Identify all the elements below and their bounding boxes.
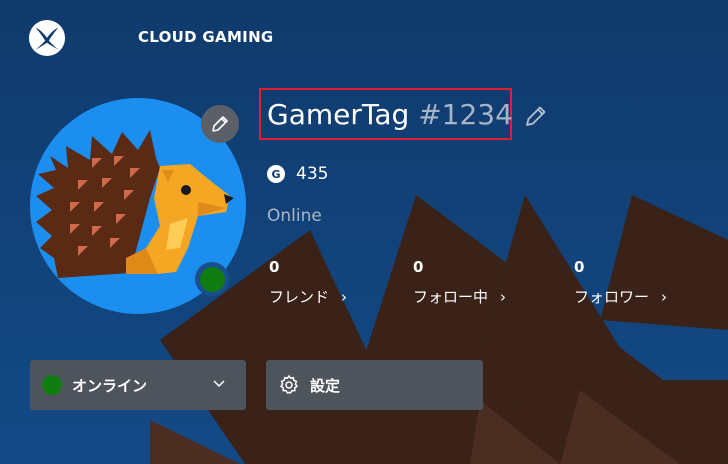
following-count: 0: [413, 258, 424, 276]
gamertag-name: GamerTag: [267, 98, 410, 131]
friends-link[interactable]: 0 フレンド ›: [269, 258, 347, 307]
gamertag: GamerTag #1234: [267, 96, 513, 134]
online-dot-icon: [42, 375, 62, 395]
gamerscore-value: 435: [296, 164, 329, 184]
following-label: フォロー中: [413, 288, 489, 306]
chevron-right-icon: ›: [500, 288, 507, 306]
chevron-down-icon: [213, 380, 225, 388]
pencil-icon: [212, 116, 228, 132]
gear-icon: [279, 374, 299, 394]
chevron-right-icon: ›: [341, 288, 348, 306]
settings-button[interactable]: 設定: [266, 360, 483, 410]
following-link[interactable]: 0 フォロー中 ›: [413, 258, 506, 307]
presence-status: Online: [267, 206, 322, 226]
friends-label: フレンド: [269, 288, 330, 306]
edit-gamertag-button[interactable]: [523, 103, 549, 129]
settings-label: 設定: [310, 376, 341, 395]
followers-label: フォロワー: [574, 288, 650, 306]
gamertag-suffix: #1234: [418, 98, 513, 131]
friends-count: 0: [269, 258, 280, 276]
top-bar: CLOUD GAMING: [0, 0, 728, 72]
app-title: CLOUD GAMING: [138, 28, 274, 46]
xbox-logo-icon[interactable]: [28, 19, 66, 57]
avatar-container: [30, 98, 246, 314]
online-status-indicator: [195, 262, 229, 296]
chevron-right-icon: ›: [661, 288, 668, 306]
followers-link[interactable]: 0 フォロワー ›: [574, 258, 667, 307]
online-status-dropdown[interactable]: オンライン: [30, 360, 246, 410]
edit-avatar-button[interactable]: [201, 105, 239, 143]
online-status-label: オンライン: [72, 376, 148, 395]
followers-count: 0: [574, 258, 585, 276]
gamerscore-icon: G: [267, 165, 285, 183]
